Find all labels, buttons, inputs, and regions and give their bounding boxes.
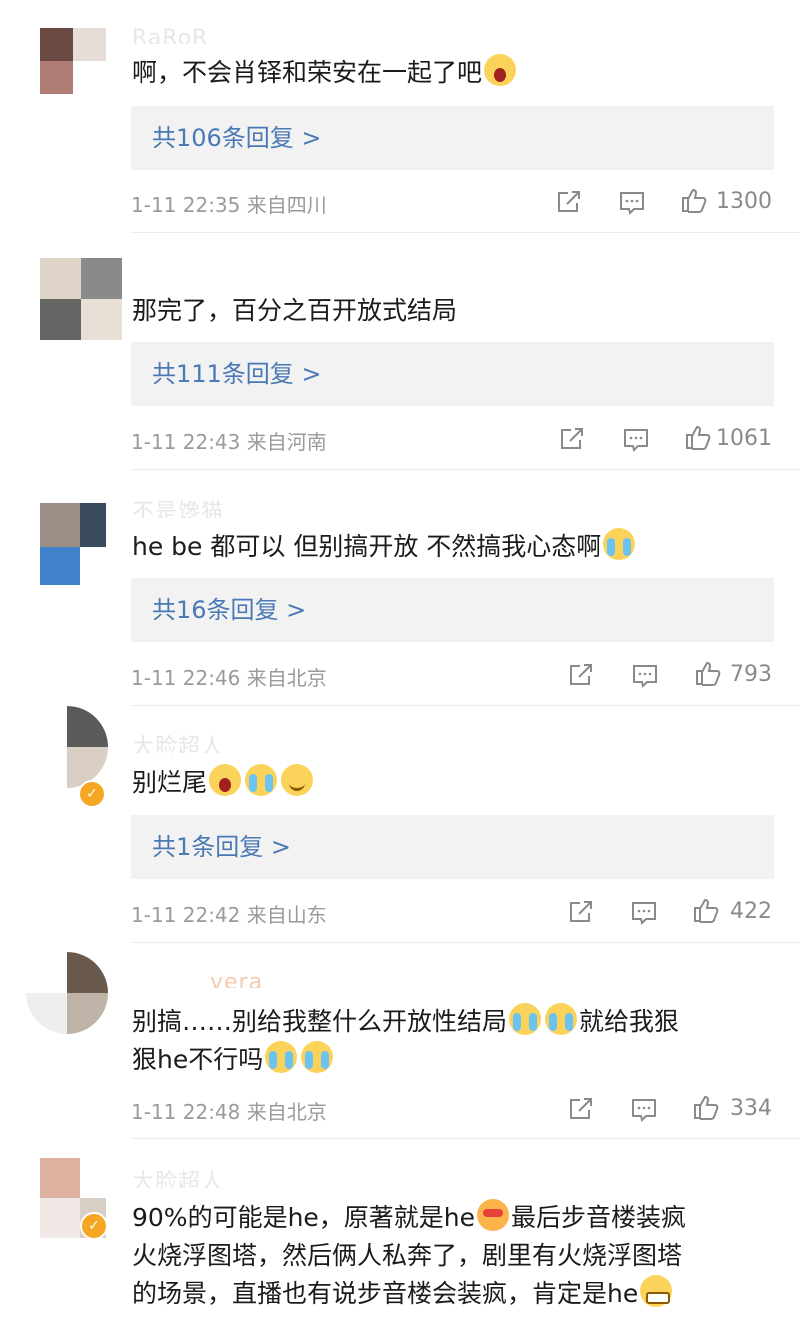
comment-line: 别搞……别给我整什么开放性结局 就给我狠: [132, 1003, 770, 1041]
scream-emoji-icon: [484, 54, 517, 86]
comment-meta: 1-11 22:42 来自山东: [131, 899, 327, 928]
comment-icon[interactable]: [630, 899, 658, 927]
timestamp: 1-11 22:46: [131, 666, 241, 690]
comment-meta: 1-11 22:43 来自河南: [131, 426, 327, 455]
comment-meta: 1-11 22:46 来自北京: [131, 662, 327, 691]
comment-body: 那完了，百分之百开放式结局: [132, 296, 458, 325]
like-count: 793: [730, 662, 772, 687]
share-icon[interactable]: [567, 661, 595, 689]
avatar[interactable]: [40, 503, 106, 585]
comment-body: 狠he不行吗: [132, 1045, 264, 1074]
comment-text: 啊，不会肖铎和荣安在一起了吧: [132, 54, 770, 92]
share-icon[interactable]: [558, 425, 586, 453]
crying-emoji-icon: [545, 1003, 578, 1035]
reply-count-link[interactable]: 共106条回复 >: [131, 106, 774, 170]
comment-body: 的场景，直播也有说步音楼会装疯，肯定是he: [132, 1279, 639, 1308]
location: 来自北京: [246, 666, 327, 690]
username[interactable]: 大脸超人: [132, 733, 224, 753]
avatar[interactable]: [40, 28, 106, 94]
comment-body: 90%的可能是he，原著就是he: [132, 1203, 476, 1232]
timestamp: 1-11 22:43: [131, 430, 241, 454]
comment-text: he be 都可以 但别搞开放 不然搞我心态啊: [132, 528, 770, 566]
timestamp: 1-11 22:35: [131, 193, 241, 217]
crying-emoji-icon: [245, 764, 278, 796]
verified-badge-icon: ✓: [78, 780, 106, 808]
location: 来自山东: [246, 903, 327, 927]
location: 来自河南: [246, 430, 327, 454]
comment-icon[interactable]: [630, 1096, 658, 1124]
share-icon[interactable]: [567, 1095, 595, 1123]
comment-body: 啊，不会肖铎和荣安在一起了吧: [132, 58, 483, 87]
comment-body: 最后步音楼装疯: [511, 1203, 687, 1232]
comment-meta: 1-11 22:35 来自四川: [131, 189, 327, 218]
divider: [131, 1138, 800, 1139]
comment-meta: 1-11 22:48 来自北京: [131, 1096, 327, 1125]
comment-text: 别烂尾: [132, 764, 770, 802]
username[interactable]: 大脸超人: [132, 1168, 224, 1188]
username[interactable]: RaRoR_: [132, 24, 220, 44]
comment-text: 别搞……别给我整什么开放性结局 就给我狠 狠he不行吗: [132, 1003, 770, 1079]
comment-icon[interactable]: [622, 426, 650, 454]
comment-icon[interactable]: [618, 189, 646, 217]
comment-line: 的场景，直播也有说步音楼会装疯，肯定是he: [132, 1275, 770, 1313]
comment-body: 就给我狠: [579, 1007, 680, 1036]
like-count: 334: [730, 1096, 772, 1121]
divider: [131, 469, 800, 470]
like-count: 1061: [716, 426, 772, 451]
reply-count-link[interactable]: 共1条回复 >: [131, 815, 774, 879]
scream-emoji-icon: [209, 764, 242, 796]
comment-body: 别烂尾: [132, 768, 208, 797]
share-icon[interactable]: [555, 188, 583, 216]
timestamp: 1-11 22:42: [131, 903, 241, 927]
username[interactable]: vera: [210, 968, 263, 988]
reply-count-link[interactable]: 共16条回复 >: [131, 578, 774, 642]
divider: [131, 232, 800, 233]
thumbs-up-icon[interactable]: [680, 186, 708, 214]
crying-emoji-icon: [509, 1003, 542, 1035]
like-count: 1300: [716, 189, 772, 214]
share-icon[interactable]: [567, 898, 595, 926]
avatar[interactable]: [40, 258, 122, 340]
crying-emoji-icon: [603, 528, 636, 560]
thumbs-up-icon[interactable]: [692, 1093, 720, 1121]
crying-emoji-icon: [265, 1041, 298, 1073]
smile-emoji-icon: [281, 764, 314, 796]
divider: [131, 942, 800, 943]
timestamp: 1-11 22:48: [131, 1100, 241, 1124]
comment-line: 火烧浮图塔，然后俩人私奔了，剧里有火烧浮图塔: [132, 1237, 770, 1275]
thumbs-up-icon[interactable]: [684, 423, 712, 451]
location: 来自北京: [246, 1100, 327, 1124]
like-count: 422: [730, 899, 772, 924]
thumbs-up-icon[interactable]: [692, 896, 720, 924]
comment-body: he be 都可以 但别搞开放 不然搞我心态啊: [132, 532, 602, 561]
comment-body: 火烧浮图塔，然后俩人私奔了，剧里有火烧浮图塔: [132, 1241, 683, 1270]
love-emoji-icon: [477, 1199, 510, 1231]
crying-emoji-icon: [301, 1041, 334, 1073]
comment-text: 90%的可能是he，原著就是he 最后步音楼装疯 火烧浮图塔，然后俩人私奔了，剧里…: [132, 1199, 770, 1313]
comment-icon[interactable]: [631, 662, 659, 690]
comment-text: 那完了，百分之百开放式结局: [132, 292, 770, 330]
verified-badge-icon: ✓: [80, 1212, 108, 1240]
comment-line: 90%的可能是he，原著就是he 最后步音楼装疯: [132, 1199, 770, 1237]
grin-emoji-icon: [640, 1275, 673, 1307]
avatar[interactable]: [26, 706, 108, 788]
thumbs-up-icon[interactable]: [694, 659, 722, 687]
divider: [131, 705, 800, 706]
reply-count-link[interactable]: 共111条回复 >: [131, 342, 774, 406]
comment-line: 狠he不行吗: [132, 1041, 770, 1079]
comment-body: 别搞……别给我整什么开放性结局: [132, 1007, 508, 1036]
avatar[interactable]: [26, 952, 108, 1034]
location: 来自四川: [246, 193, 327, 217]
username[interactable]: 不是馋猫: [132, 498, 224, 518]
